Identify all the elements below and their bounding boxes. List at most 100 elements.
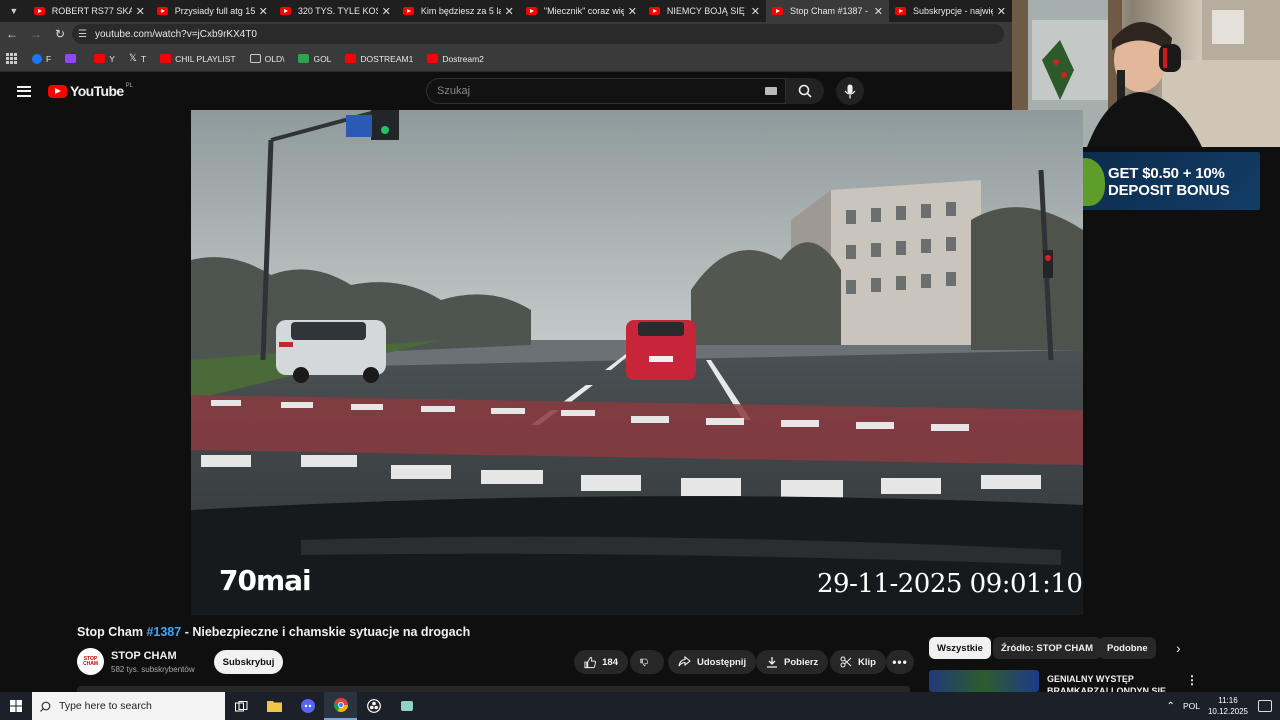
close-tab-icon[interactable]: ✕ [259, 5, 268, 18]
taskbar-clock[interactable]: 11:16 10.12.2025 [1208, 695, 1248, 717]
tab-title: 320 TYS. TYLE KOSZT [297, 6, 378, 16]
clip-button[interactable]: Klip [830, 650, 886, 674]
taskbar-search-input[interactable]: Type here to search [32, 692, 225, 720]
obs-icon[interactable] [357, 692, 390, 720]
bookmark-folder-old[interactable]: OLD\ [249, 54, 284, 64]
youtube-favicon-icon [156, 7, 168, 15]
search-icon [40, 701, 51, 712]
file-explorer-icon[interactable] [258, 692, 291, 720]
discord-icon[interactable] [291, 692, 324, 720]
bookmark-x[interactable]: 𝕏T [129, 53, 146, 64]
youtube-play-icon [48, 84, 67, 98]
video-player[interactable] [191, 110, 1083, 615]
close-tab-icon[interactable]: ✕ [505, 5, 514, 18]
tab-search-chevron-icon[interactable]: ▼ [0, 0, 28, 22]
video-frame [191, 110, 1083, 615]
search-button[interactable] [786, 78, 824, 104]
windows-start-icon[interactable] [0, 692, 32, 720]
youtube-logo[interactable]: YouTube PL [48, 83, 133, 99]
app-icon[interactable] [390, 692, 423, 720]
like-count: 184 [602, 656, 618, 668]
video-title-suffix: - Niebezpieczne i chamskie sytuacje na d… [181, 625, 471, 639]
chrome-icon[interactable] [324, 692, 357, 720]
url-field[interactable]: ☰ youtube.com/watch?v=jCxb9rKX4T0 [72, 24, 1004, 44]
input-language[interactable]: POL [1183, 701, 1200, 711]
chips-next-chevron-icon[interactable]: › [1176, 640, 1181, 656]
close-tab-icon[interactable]: ✕ [751, 5, 760, 18]
bookmark-label: GOL [313, 53, 332, 64]
system-tray: ⌃ POL 11:16 10.12.2025 [1167, 692, 1280, 720]
youtube-favicon-icon [648, 7, 660, 15]
ad-subline: DEPOSIT BONUS [1108, 182, 1230, 199]
tab-title: NIEMCY BOJĄ SIĘ ŚW [666, 6, 747, 16]
hamburger-menu-icon[interactable] [17, 85, 31, 97]
browser-tab[interactable]: Przysiady full atg 15 … ✕ [151, 0, 274, 22]
bookmark-dostream1[interactable]: DOSTREAM1 [345, 54, 413, 64]
download-button[interactable]: Pobierz [756, 650, 829, 674]
share-arrow-icon [678, 656, 691, 667]
clock-date: 10.12.2025 [1207, 707, 1248, 716]
tab-title: ROBERT RS77 SKAZA [51, 6, 132, 16]
url-text: youtube.com/watch?v=jCxb9rKX4T0 [94, 28, 257, 40]
bookmark-chil-playlist[interactable]: CHIL PLAYLIST [160, 54, 236, 64]
browser-tab[interactable]: ROBERT RS77 SKAZA ✕ [28, 0, 151, 22]
tray-overflow-chevron-icon[interactable]: ⌃ [1167, 701, 1175, 712]
clip-label: Klip [858, 656, 876, 668]
search-input[interactable]: Szukaj [426, 78, 786, 104]
keyboard-icon[interactable] [765, 87, 777, 95]
recommended-menu-icon[interactable]: ⋮ [1186, 673, 1198, 687]
bookmark-facebook[interactable]: F [32, 53, 51, 64]
reload-icon[interactable]: ↻ [48, 22, 72, 46]
bookmark-youtube[interactable]: Y [94, 54, 115, 64]
youtube-icon [345, 54, 357, 63]
forward-arrow-icon[interactable]: → [24, 22, 48, 46]
x-logo-icon: 𝕏 [128, 53, 137, 64]
apps-grid-icon[interactable] [6, 52, 18, 65]
browser-tab[interactable]: NIEMCY BOJĄ SIĘ ŚW ✕ [643, 0, 766, 22]
recommended-thumbnail[interactable] [929, 670, 1039, 692]
dislike-button[interactable] [630, 650, 664, 674]
browser-tab[interactable]: Kim będziesz za 5 lat ✕ [397, 0, 520, 22]
channel-avatar[interactable]: STOP CHAM [77, 648, 104, 675]
bookmark-label: T [140, 53, 147, 64]
ad-banner[interactable]: GET $0.50 + 10% DEPOSIT BONUS [1059, 152, 1260, 210]
browser-tab-active[interactable]: Stop Cham #1387 - N ✕ [765, 0, 889, 22]
youtube-icon [160, 54, 172, 63]
back-arrow-icon[interactable]: ← [0, 22, 24, 46]
share-button[interactable]: Udostępnij [668, 650, 757, 674]
channel-name[interactable]: STOP CHAM [111, 650, 177, 662]
gol-icon [298, 54, 310, 63]
site-settings-icon[interactable]: ☰ [78, 29, 87, 40]
bookmarks-bar: F Y 𝕏T CHIL PLAYLIST OLD\ GOL DOSTREAM1 … [0, 46, 1012, 72]
like-button[interactable]: 184 [574, 650, 628, 674]
search-placeholder: Szukaj [437, 85, 471, 97]
youtube-favicon-icon [402, 7, 414, 15]
close-tab-icon[interactable]: ✕ [628, 5, 637, 18]
youtube-header: YouTube PL Szukaj [0, 72, 1012, 110]
task-view-icon[interactable] [225, 692, 258, 720]
browser-tab[interactable]: "Miecznik" coraz wię ✕ [520, 0, 643, 22]
notification-center-icon[interactable] [1258, 700, 1272, 712]
chip-all[interactable]: Wszystkie [929, 637, 991, 659]
browser-tab[interactable]: 320 TYS. TYLE KOSZT ✕ [274, 0, 397, 22]
folder-icon [249, 54, 261, 63]
youtube-favicon-icon [894, 7, 906, 15]
browser-tab[interactable]: Subskrypcje - najwię ✕ [889, 0, 1012, 22]
bookmark-twitch[interactable] [65, 54, 80, 63]
chip-source-channel[interactable]: Źródło: STOP CHAM [993, 637, 1102, 659]
subscribe-button[interactable]: Subskrybuj [214, 650, 283, 674]
chip-similar[interactable]: Podobne [1099, 637, 1156, 659]
voice-search-button[interactable] [836, 77, 864, 105]
bookmark-gol[interactable]: GOL [298, 54, 331, 64]
bookmark-label: Y [109, 53, 115, 64]
bookmark-dostream2[interactable]: Dostream2 [427, 54, 484, 64]
bookmark-label: Dostream2 [442, 53, 484, 64]
close-tab-icon[interactable]: ✕ [136, 5, 145, 18]
more-actions-button[interactable]: ••• [886, 650, 914, 674]
video-hashtag-link[interactable]: #1387 [146, 625, 181, 639]
close-tab-icon[interactable]: ✕ [997, 5, 1006, 18]
search-icon [798, 84, 812, 98]
windows-taskbar: Type here to search ⌃ POL 11:16 10.12.20… [0, 692, 1280, 720]
close-tab-icon[interactable]: ✕ [382, 5, 391, 18]
close-tab-icon[interactable]: ✕ [874, 5, 883, 18]
